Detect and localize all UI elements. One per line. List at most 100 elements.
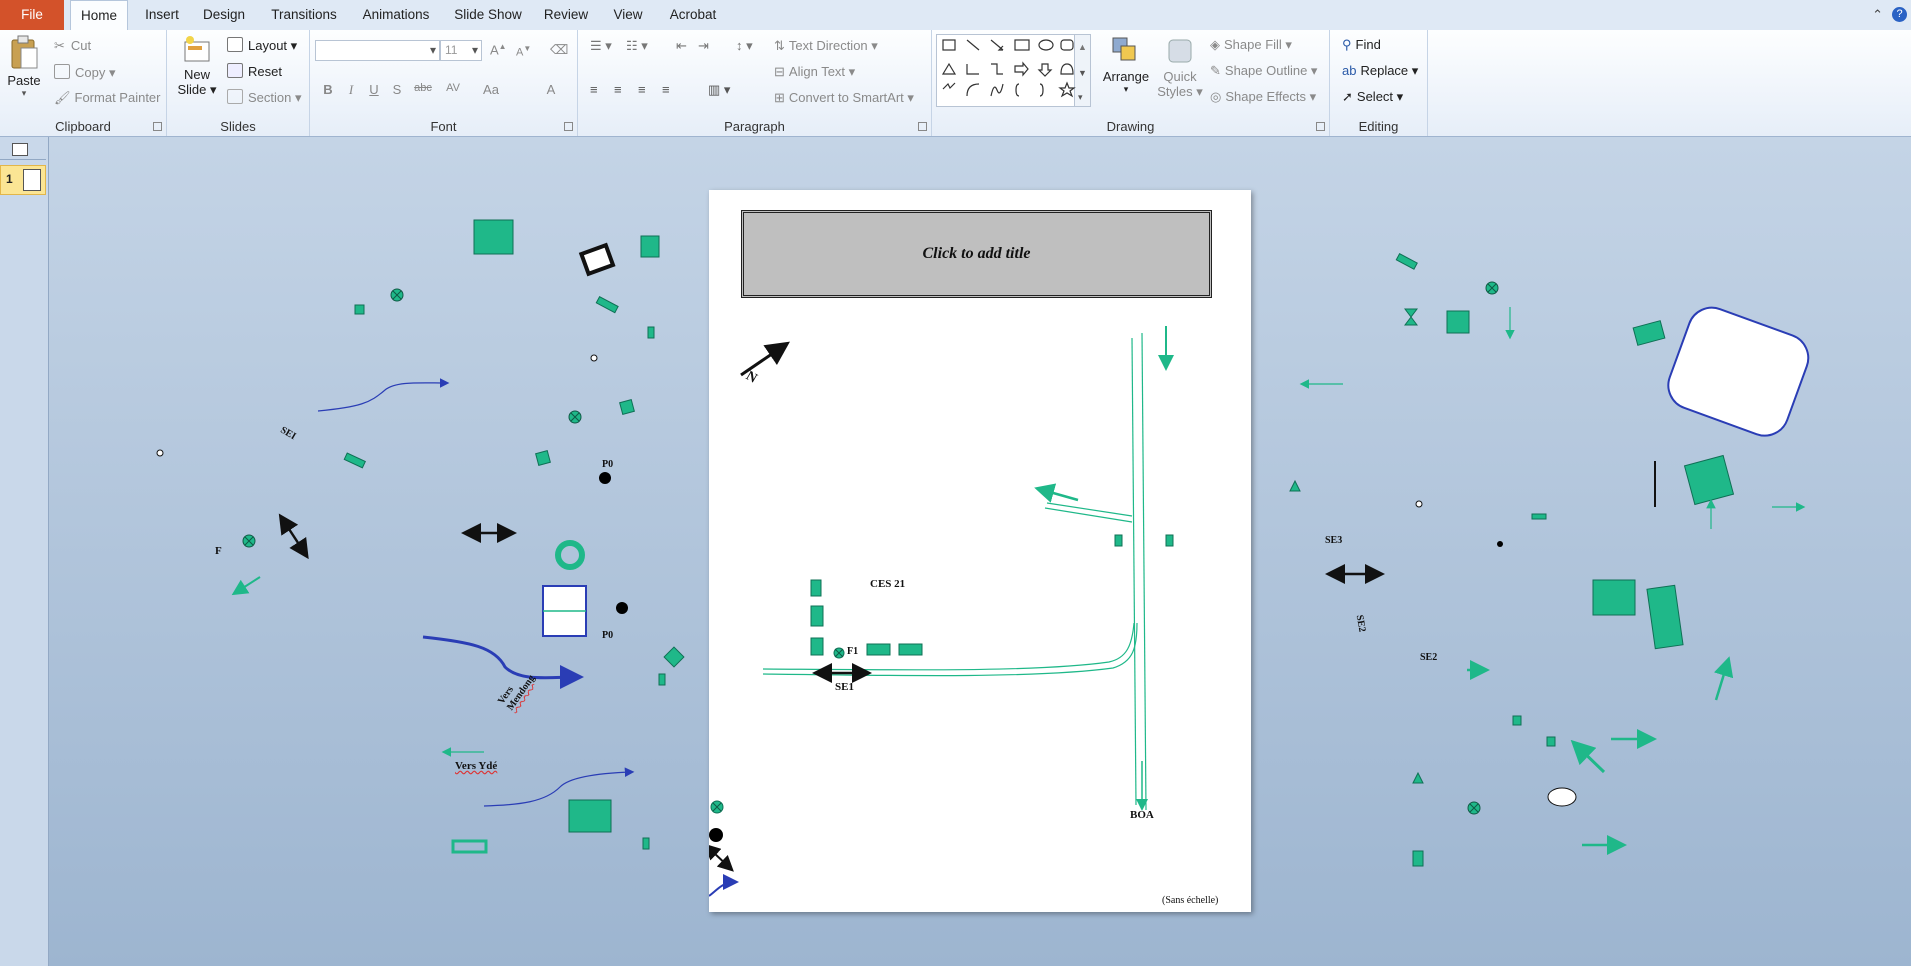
double-arrow[interactable]	[709, 843, 734, 872]
new-slide-button[interactable]: New Slide ▾	[175, 34, 219, 98]
small-circle-shape[interactable]	[590, 354, 598, 362]
tab-acrobat[interactable]: Acrobat	[664, 0, 722, 30]
teal-arrow[interactable]	[1570, 739, 1606, 774]
shape-effects-button[interactable]: ◎ Shape Effects ▾	[1210, 89, 1316, 105]
italic-button[interactable]: I	[342, 82, 360, 98]
arrange-button[interactable]: Arrange ▾	[1100, 36, 1152, 95]
house-shape[interactable]	[1446, 310, 1470, 334]
ring-shape[interactable]	[555, 540, 585, 570]
black-dot-shape[interactable]	[709, 828, 723, 842]
shape-fill-button[interactable]: ◈ Shape Fill ▾	[1210, 37, 1292, 53]
small-box-shape[interactable]	[354, 304, 365, 315]
triangle-shape[interactable]	[1412, 771, 1424, 784]
label-ces-21[interactable]: CES 21	[870, 578, 905, 590]
blue-curve-arrow[interactable]	[422, 635, 584, 690]
bold-button[interactable]: B	[319, 82, 337, 97]
line-spacing-button[interactable]: ↕ ▾	[736, 38, 753, 54]
box-shape[interactable]	[898, 643, 923, 656]
blue-curve-arrow[interactable]	[709, 874, 739, 897]
align-center-button[interactable]: ≡	[614, 82, 622, 97]
double-arrow[interactable]	[278, 513, 309, 560]
align-text-button[interactable]: ⊟ Align Text ▾	[774, 64, 855, 80]
strikethrough-button[interactable]: abc	[410, 82, 436, 94]
black-frame-shape[interactable]	[578, 242, 616, 277]
select-button[interactable]: ➚ Select ▾	[1342, 89, 1403, 105]
columns-button[interactable]: ▥ ▾	[708, 82, 730, 98]
bar-shape[interactable]	[595, 295, 619, 314]
justify-button[interactable]: ≡	[662, 82, 670, 97]
decrease-indent-button[interactable]: ⇤	[676, 38, 687, 54]
road-line[interactable]	[1141, 332, 1147, 811]
small-box-shape[interactable]	[1114, 534, 1123, 547]
label-p0-top[interactable]: P0	[602, 459, 613, 470]
character-spacing-button[interactable]: AV	[440, 82, 466, 94]
paragraph-launcher-icon[interactable]	[918, 122, 927, 131]
underline-button[interactable]: U	[365, 82, 383, 97]
house-shape[interactable]	[1683, 454, 1735, 506]
box-shape[interactable]	[1632, 320, 1666, 346]
tab-animations[interactable]: Animations	[356, 0, 436, 30]
tab-transitions[interactable]: Transitions	[264, 0, 344, 30]
replace-button[interactable]: ab Replace ▾	[1342, 63, 1418, 79]
house-shape[interactable]	[640, 235, 660, 258]
clear-format-icon[interactable]: ⌫	[550, 42, 568, 58]
small-box-shape[interactable]	[810, 579, 822, 597]
copy-button[interactable]: Copy ▾	[54, 64, 116, 81]
black-dot-shape[interactable]	[599, 472, 611, 484]
black-dot-shape[interactable]	[616, 602, 628, 614]
label-f1[interactable]: F1	[847, 646, 858, 657]
align-left-button[interactable]: ≡	[590, 82, 598, 97]
layout-button[interactable]: Layout ▾	[227, 37, 297, 54]
teal-arrow[interactable]	[1714, 656, 1734, 701]
small-box-shape[interactable]	[658, 673, 666, 686]
change-case-button[interactable]: Aa	[478, 82, 504, 97]
house-shape[interactable]	[568, 799, 612, 833]
align-right-button[interactable]: ≡	[638, 82, 646, 97]
tab-insert[interactable]: Insert	[136, 0, 188, 30]
oval-shape[interactable]	[1547, 787, 1577, 807]
font-name-combo[interactable]: ▾	[315, 40, 440, 61]
road-line[interactable]	[1131, 337, 1137, 806]
numbering-button[interactable]: ☷ ▾	[626, 38, 648, 54]
font-launcher-icon[interactable]	[564, 122, 573, 131]
teal-arrow[interactable]	[1034, 483, 1079, 503]
diamond-shape[interactable]	[663, 646, 685, 668]
help-icon[interactable]: ?	[1892, 7, 1907, 22]
minimize-ribbon-icon[interactable]: ⌃	[1872, 7, 1883, 23]
bar-shape[interactable]	[1395, 252, 1418, 270]
increase-indent-button[interactable]: ⇥	[698, 38, 709, 54]
cut-button[interactable]: ✂ Cut	[54, 38, 91, 54]
tab-home[interactable]: Home	[70, 0, 128, 30]
small-box-shape[interactable]	[1512, 715, 1522, 726]
tab-design[interactable]: Design	[196, 0, 252, 30]
small-box-shape[interactable]	[619, 399, 635, 415]
convert-smartart-button[interactable]: ⊞ Convert to SmartArt ▾	[774, 90, 914, 106]
hourglass-shape[interactable]	[1404, 308, 1418, 326]
small-box-shape[interactable]	[647, 326, 655, 339]
box-shape[interactable]	[866, 643, 891, 656]
font-color-button[interactable]: A	[542, 82, 560, 97]
label-se3[interactable]: SE3	[1325, 535, 1342, 546]
find-button[interactable]: ⚲ Find	[1342, 37, 1381, 53]
small-box-shape[interactable]	[535, 450, 551, 466]
teal-arrow[interactable]	[231, 576, 261, 596]
small-box-shape[interactable]	[1165, 534, 1174, 547]
north-arrow-icon[interactable]	[740, 341, 790, 377]
frame-shape[interactable]	[451, 839, 488, 854]
drawing-launcher-icon[interactable]	[1316, 122, 1325, 131]
reset-button[interactable]: Reset	[227, 63, 282, 79]
small-box-shape[interactable]	[810, 605, 824, 627]
small-circle-shape[interactable]	[156, 449, 164, 457]
label-se2[interactable]: SE2	[1420, 652, 1437, 663]
tab-slideshow[interactable]: Slide Show	[448, 0, 528, 30]
scale-note[interactable]: (Sans échelle)	[1162, 895, 1218, 906]
quick-styles-button[interactable]: Quick Styles ▾	[1157, 36, 1203, 100]
slide-canvas[interactable]: Click to add title N CES 21 F1 SE1 BOA (…	[709, 190, 1251, 912]
label-p0-bottom[interactable]: P0	[602, 630, 613, 641]
bar-shape[interactable]	[1531, 513, 1547, 520]
label-se1[interactable]: SE1	[835, 681, 854, 693]
tall-box-shape[interactable]	[1646, 584, 1684, 650]
small-box-shape[interactable]	[1546, 736, 1556, 747]
tab-review[interactable]: Review	[540, 0, 592, 30]
road-line[interactable]	[1044, 507, 1133, 523]
